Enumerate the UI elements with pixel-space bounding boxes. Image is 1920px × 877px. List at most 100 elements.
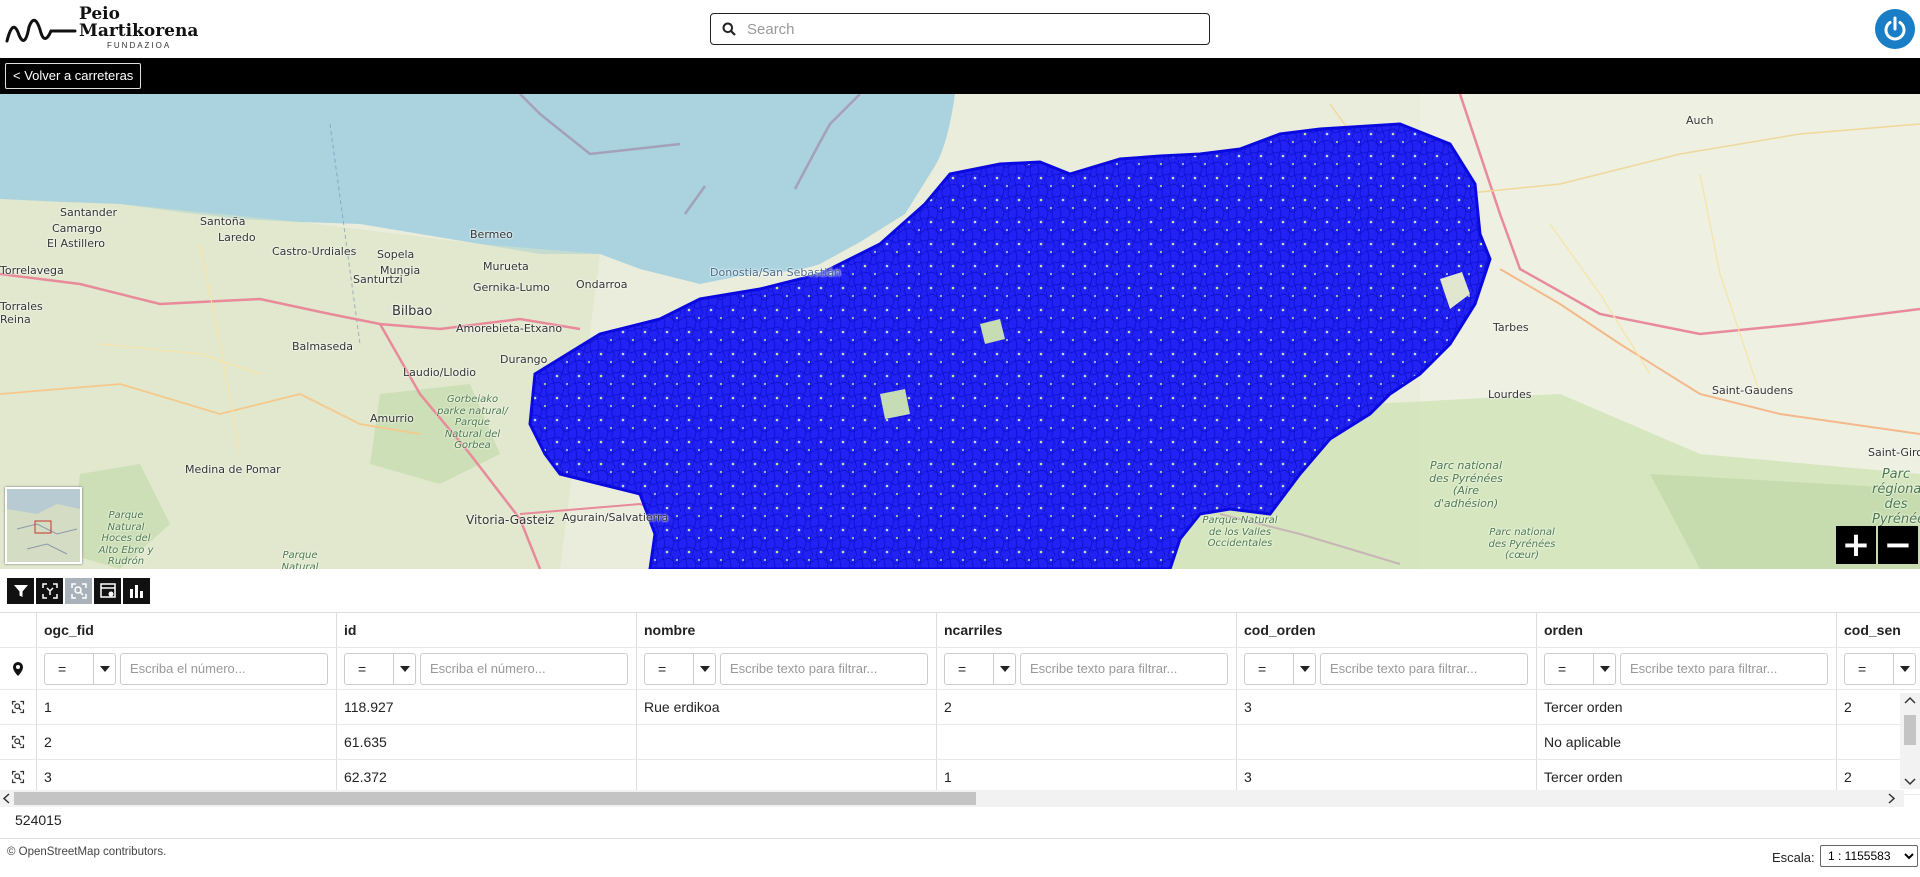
table-toolbar xyxy=(7,578,150,604)
attribute-table: ogc_fid id nombre ncarriles cod_orden or… xyxy=(0,612,1920,810)
zoom-to-feature-button[interactable] xyxy=(0,690,37,725)
filter-operator-select[interactable]: = xyxy=(944,652,1016,685)
map-attribution: © OpenStreetMap contributors. xyxy=(7,846,167,858)
map-label: Laredo xyxy=(218,231,256,244)
filter-operator-select[interactable]: = xyxy=(1844,652,1916,685)
zoom-out-button[interactable]: − xyxy=(1878,526,1918,564)
scale-label: Escala: xyxy=(1772,850,1815,865)
chevron-right-icon[interactable] xyxy=(1884,790,1898,807)
filter-input[interactable] xyxy=(720,652,928,685)
top-bar: < Volver a carreteras xyxy=(0,58,1920,94)
zoom-feature-icon xyxy=(11,735,25,749)
zoom-to-feature-button[interactable] xyxy=(0,725,37,760)
table-row[interactable]: 2 61.635 No aplicable xyxy=(0,725,1920,760)
map-label: Durango xyxy=(500,353,548,366)
cell-id: 118.927 xyxy=(337,690,637,725)
table-settings-icon xyxy=(99,583,116,598)
table-row[interactable]: 1 118.927 Rue erdikoa 2 3 Tercer orden 2 xyxy=(0,690,1920,725)
park-label: Parque Natural de los Valles Occidentale… xyxy=(1202,515,1278,549)
park-label: Parque Natural Hoces del Alto Ebro y Rud… xyxy=(98,510,154,567)
zoom-in-button[interactable]: + xyxy=(1836,526,1876,564)
map-label: El Astillero xyxy=(47,237,106,250)
search-input[interactable] xyxy=(747,20,1187,38)
column-header[interactable]: orden xyxy=(1537,613,1837,648)
column-header[interactable]: nombre xyxy=(637,613,937,648)
map-label: Balmaseda xyxy=(292,340,354,353)
cell-ncarriles xyxy=(937,725,1237,760)
park-label: Parc national des Pyrénées (cœur) xyxy=(1488,527,1556,561)
map-base xyxy=(0,94,1920,569)
cell-id: 61.635 xyxy=(337,725,637,760)
cell-cod_orden xyxy=(1237,725,1537,760)
map-label: Saint-Gaudens xyxy=(1712,384,1794,397)
vertical-scrollbar[interactable] xyxy=(1900,693,1920,789)
scrollbar-thumb[interactable] xyxy=(14,792,976,805)
caret-down-icon xyxy=(393,653,415,684)
filter-operator-select[interactable]: = xyxy=(1544,652,1616,685)
filter-operator-select[interactable]: = xyxy=(44,652,116,685)
horizontal-scrollbar[interactable] xyxy=(0,790,1904,807)
map-label: Sopela xyxy=(377,248,415,261)
filter-input[interactable] xyxy=(1320,652,1528,685)
map-label: Camargo xyxy=(52,222,102,235)
column-header[interactable]: cod_orden xyxy=(1237,613,1537,648)
map-label: Torrales xyxy=(0,300,43,313)
column-header[interactable]: cod_sen xyxy=(1837,613,1920,648)
map-label: Murueta xyxy=(483,260,529,273)
chevron-left-icon[interactable] xyxy=(0,790,14,807)
map-label: Amurrio xyxy=(370,412,414,425)
map-label: Ondarroa xyxy=(576,278,628,291)
scale-select[interactable]: 1 : 1155583 xyxy=(1820,845,1918,867)
filter-row: = = = = = xyxy=(0,648,1920,690)
filter-icon xyxy=(13,585,28,597)
map-view[interactable]: Donostia/San Sebastián Santander Camargo… xyxy=(0,94,1920,569)
map-label: Donostia/San Sebastián xyxy=(710,266,841,279)
table-settings-button[interactable] xyxy=(94,578,121,604)
caret-down-icon xyxy=(1893,653,1915,684)
logo[interactable]: Peio Martikorena FUNDAZIOA xyxy=(5,6,198,50)
filter-operator-select[interactable]: = xyxy=(644,652,716,685)
map-label: Bilbao xyxy=(392,304,433,319)
search-icon xyxy=(711,22,747,36)
filter-button[interactable] xyxy=(7,578,34,604)
zoom-selection-icon xyxy=(70,583,87,599)
zoom-feature-icon xyxy=(11,770,25,784)
column-header[interactable]: ogc_fid xyxy=(37,613,337,648)
map-label: Amorebieta-Etxano xyxy=(456,322,563,335)
map-label: Auch xyxy=(1686,114,1714,127)
zoom-controls: + − xyxy=(1836,526,1918,564)
cell-nombre xyxy=(637,725,937,760)
cell-nombre: Rue erdikoa xyxy=(637,690,937,725)
overview-map[interactable] xyxy=(5,487,82,564)
map-label: Santurtzi xyxy=(353,273,403,286)
back-to-roads-button[interactable]: < Volver a carreteras xyxy=(5,63,142,89)
power-icon xyxy=(1884,16,1906,41)
filter-input[interactable] xyxy=(1620,652,1828,685)
column-header[interactable]: id xyxy=(337,613,637,648)
table-header-row: ogc_fid id nombre ncarriles cod_orden or… xyxy=(0,613,1920,648)
filter-operator-select[interactable]: = xyxy=(344,652,416,685)
select-features-icon xyxy=(41,583,58,599)
filter-input[interactable] xyxy=(1020,652,1228,685)
chart-button[interactable] xyxy=(123,578,150,604)
search-box[interactable] xyxy=(710,13,1210,45)
map-label: Tarbes xyxy=(1493,321,1529,334)
power-button[interactable] xyxy=(1875,9,1915,49)
map-label: Laudio/Llodio xyxy=(403,366,476,379)
filter-input[interactable] xyxy=(120,652,328,685)
logo-line2: Martikorena xyxy=(79,21,199,41)
chevron-down-icon xyxy=(1904,778,1916,786)
select-features-button[interactable] xyxy=(36,578,63,604)
column-header[interactable]: ncarriles xyxy=(937,613,1237,648)
map-label: Medina de Pomar xyxy=(185,463,281,476)
logo-mark-icon xyxy=(5,18,77,43)
zoom-to-selection-button[interactable] xyxy=(65,578,92,604)
park-label: Parc national des Pyrénées (Aire d'adhés… xyxy=(1429,459,1503,510)
cell-orden: Tercer orden xyxy=(1537,690,1837,725)
filter-input[interactable] xyxy=(420,652,628,685)
cell-ogc_fid: 1 xyxy=(37,690,337,725)
park-label: Parc régional des Pyrénées xyxy=(1872,467,1920,527)
cell-ogc_fid: 2 xyxy=(37,725,337,760)
map-label: Gernika-Lumo xyxy=(473,281,550,294)
filter-operator-select[interactable]: = xyxy=(1244,652,1316,685)
